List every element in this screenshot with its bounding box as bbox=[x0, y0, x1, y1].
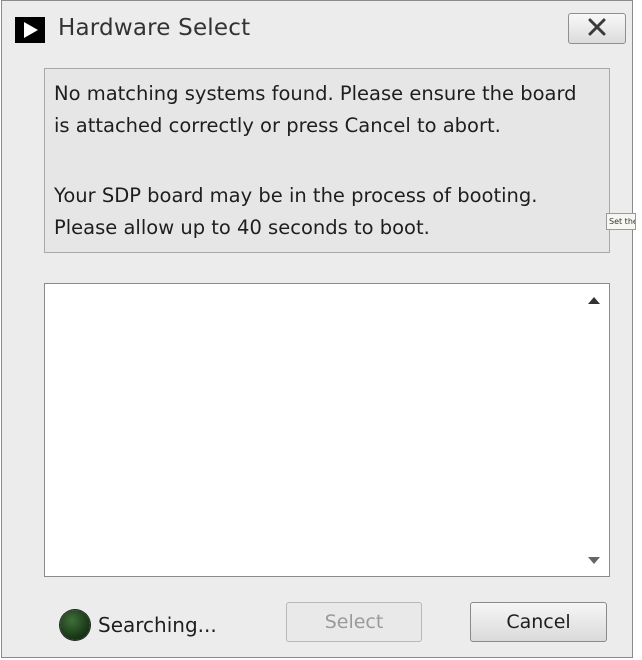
status-text: Searching... bbox=[98, 613, 217, 637]
cancel-button[interactable]: Cancel bbox=[470, 602, 607, 642]
message-line-2: Your SDP board may be in the process of … bbox=[54, 184, 538, 239]
tooltip: Set the bbox=[606, 213, 636, 230]
status-led-icon bbox=[60, 610, 90, 640]
message-panel: No matching systems found. Please ensure… bbox=[44, 68, 610, 253]
select-button[interactable]: Select bbox=[286, 602, 422, 642]
message-line-1: No matching systems found. Please ensure… bbox=[54, 82, 577, 137]
vertical-scrollbar[interactable] bbox=[579, 284, 609, 576]
window-title: Hardware Select bbox=[58, 15, 251, 41]
scroll-down-arrow-icon[interactable] bbox=[586, 554, 602, 566]
device-list[interactable] bbox=[44, 283, 610, 577]
hardware-select-dialog: Hardware Select No matching systems foun… bbox=[1, 0, 633, 658]
close-button[interactable] bbox=[568, 13, 626, 44]
play-arrow-icon bbox=[15, 17, 45, 43]
scroll-up-arrow-icon[interactable] bbox=[586, 294, 602, 306]
close-icon bbox=[587, 18, 607, 40]
title-bar[interactable]: Hardware Select bbox=[2, 1, 632, 55]
